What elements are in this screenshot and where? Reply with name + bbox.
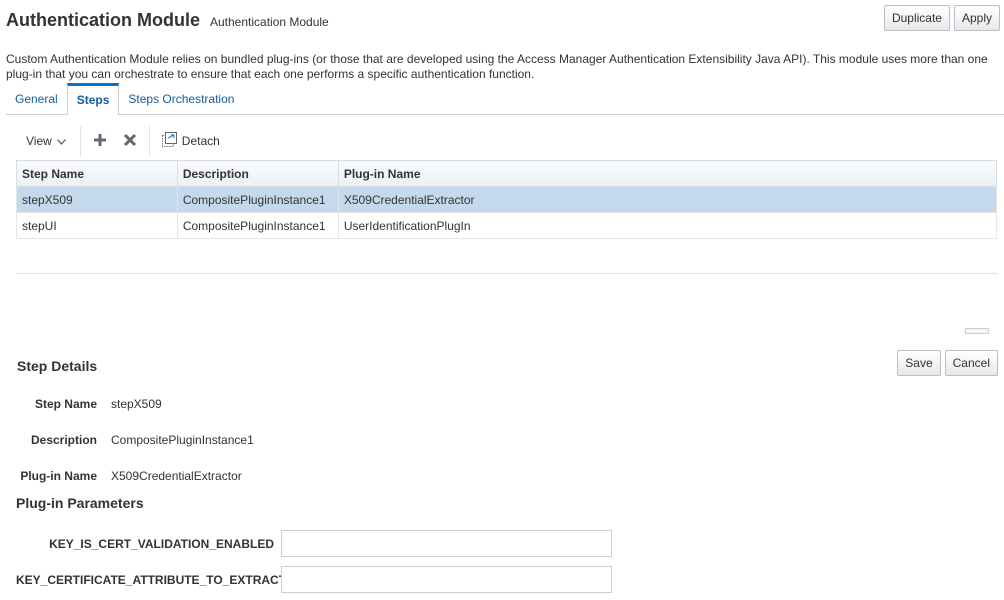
detach-icon <box>161 132 177 150</box>
tab-steps-orchestration[interactable]: Steps Orchestration <box>119 83 243 114</box>
description-label: Description <box>30 433 97 447</box>
detail-row-step-name: Step Name stepX509 <box>16 397 162 411</box>
toolbar-separator <box>79 126 81 156</box>
detail-row-plugin-name: Plug-in Name X509CredentialExtractor <box>16 469 242 483</box>
plus-icon <box>93 133 107 150</box>
tab-steps[interactable]: Steps <box>66 83 120 115</box>
splitter-handle[interactable] <box>965 328 989 334</box>
page-title: Authentication Module <box>6 10 200 30</box>
plugin-parameters-title: Plug-in Parameters <box>16 495 144 511</box>
cell-plugin-name: UserIdentificationPlugIn <box>337 212 998 239</box>
cell-step-name: stepX509 <box>16 186 178 213</box>
cell-step-name: stepUI <box>16 212 178 239</box>
param-row: KEY_CERTIFICATE_ATTRIBUTE_TO_EXTRACT <box>16 566 612 593</box>
detail-row-description: Description CompositePluginInstance1 <box>16 433 254 447</box>
step-name-value: stepX509 <box>111 397 162 411</box>
cancel-button[interactable]: Cancel <box>944 350 998 376</box>
cell-description: CompositePluginInstance1 <box>176 186 339 213</box>
plugin-name-value: X509CredentialExtractor <box>111 469 242 483</box>
chevron-down-icon <box>56 134 66 148</box>
param-label-cert-attribute: KEY_CERTIFICATE_ATTRIBUTE_TO_EXTRACT <box>16 572 287 587</box>
step-details-title: Step Details <box>17 358 98 374</box>
add-step-button[interactable] <box>85 126 115 156</box>
table-header-row: Step Name Description Plug-in Name <box>16 160 998 187</box>
column-header-description[interactable]: Description <box>176 160 339 187</box>
table-row[interactable]: stepUI CompositePluginInstance1 UserIden… <box>16 212 998 239</box>
page-subtitle: Authentication Module <box>209 15 329 29</box>
tab-bar: General Steps Steps Orchestration <box>6 83 1004 115</box>
param-label-cert-validation: KEY_IS_CERT_VALIDATION_ENABLED <box>49 536 274 551</box>
view-menu-button[interactable]: View <box>16 126 76 156</box>
cell-plugin-name: X509CredentialExtractor <box>337 186 998 213</box>
column-header-plugin-name[interactable]: Plug-in Name <box>337 160 998 187</box>
delete-step-button[interactable] <box>115 126 145 156</box>
step-details-actions: Save Cancel <box>897 350 998 376</box>
tab-general[interactable]: General <box>6 83 67 114</box>
column-header-step-name[interactable]: Step Name <box>16 160 178 187</box>
cert-validation-enabled-input[interactable] <box>281 530 612 557</box>
page-header: Authentication Module Authentication Mod… <box>6 10 329 31</box>
save-button[interactable]: Save <box>897 350 941 376</box>
x-icon <box>123 133 137 150</box>
steps-table: Step Name Description Plug-in Name stepX… <box>16 160 998 239</box>
view-menu-label: View <box>26 134 52 148</box>
table-row[interactable]: stepX509 CompositePluginInstance1 X509Cr… <box>16 186 998 213</box>
module-description: Custom Authentication Module relies on b… <box>6 52 988 81</box>
detach-button[interactable]: Detach <box>154 126 228 156</box>
table-toolbar: View Detach <box>16 126 228 156</box>
apply-button[interactable]: Apply <box>953 5 1000 31</box>
plugin-name-label: Plug-in Name <box>20 469 97 483</box>
toolbar-separator <box>148 126 150 156</box>
duplicate-button[interactable]: Duplicate <box>883 5 950 31</box>
certificate-attribute-input[interactable] <box>281 566 612 593</box>
detach-label: Detach <box>181 134 220 148</box>
section-divider <box>16 273 998 274</box>
top-actions: Duplicate Apply <box>883 5 1000 31</box>
cell-description: CompositePluginInstance1 <box>176 212 339 239</box>
param-row: KEY_IS_CERT_VALIDATION_ENABLED <box>16 530 612 557</box>
step-name-label: Step Name <box>34 397 97 411</box>
description-value: CompositePluginInstance1 <box>111 433 254 447</box>
